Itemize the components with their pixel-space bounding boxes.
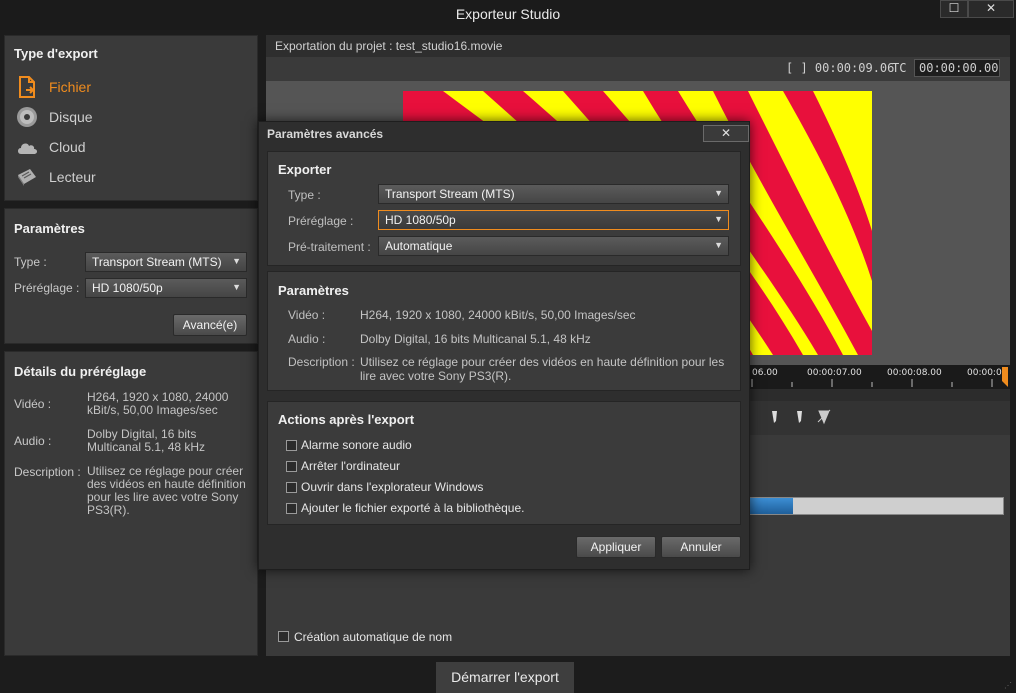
clear-marks-icon [817,409,831,425]
type-label: Type : [288,188,321,202]
export-section: Exporter Type : Transport Stream (MTS) ▼… [267,151,741,266]
parameters-panel: Paramètres Type : Transport Stream (MTS)… [4,208,258,344]
nav-item-cloud[interactable]: Cloud [15,134,245,160]
video-label: Vidéo : [14,397,52,411]
preset-select-value: HD 1080/50p [92,281,163,295]
option-checkbox[interactable] [286,482,297,493]
params-section-title: Paramètres [278,283,349,298]
export-progress-bar [740,497,1004,515]
option-checkbox[interactable] [286,503,297,514]
video-value: H264, 1920 x 1080, 24000 kBit/s, 50,00 I… [87,390,229,417]
chevron-down-icon: ▼ [232,282,241,292]
advanced-settings-dialog: Paramètres avancés ✕ Exporter Type : Tra… [258,121,750,570]
video-label: Vidéo : [288,308,326,322]
audio-value: Dolby Digital, 16 bits Multicanal 5.1, 4… [360,332,591,346]
auto-name-checkbox[interactable] [278,631,289,642]
option-checkbox[interactable] [286,440,297,451]
dialog-preprocess-value: Automatique [385,239,453,253]
maximize-button[interactable]: ☐ [940,0,968,18]
parameters-title: Paramètres [14,221,85,236]
option-checkbox[interactable] [286,461,297,472]
nav-item-label: Cloud [49,139,86,155]
nav-item-label: Fichier [49,79,92,95]
description-value: Utilisez ce réglage pour créer des vidéo… [360,355,725,383]
mark-in-icon [772,411,777,423]
actions-section-title: Actions après l'export [278,412,415,427]
auto-name-label: Création automatique de nom [294,630,453,644]
timecode-field[interactable]: 00:00:00.00 [914,59,1000,77]
advanced-button[interactable]: Avancé(e) [173,314,247,336]
device-icon [15,166,39,188]
preset-details-title: Détails du préréglage [14,364,147,379]
dialog-preset-value: HD 1080/50p [385,213,456,227]
chevron-down-icon: ▼ [714,214,723,224]
nav-item-label: Disque [49,109,93,125]
dialog-title: Paramètres avancés [267,127,384,141]
close-button[interactable]: ✕ [968,0,1014,18]
cancel-button[interactable]: Annuler [661,536,741,558]
type-select[interactable]: Transport Stream (MTS) ▼ [85,252,247,272]
chevron-down-icon: ▼ [232,256,241,266]
type-select-value: Transport Stream (MTS) [92,255,222,269]
disc-icon [15,106,39,128]
dialog-preset-select[interactable]: HD 1080/50p ▼ [378,210,729,230]
title-bar: Exporteur Studio ☐ ✕ [0,0,1016,30]
project-header: Exportation du projet : test_studio16.mo… [266,35,1010,57]
preset-label: Préréglage : [14,281,80,295]
option-label: Ouvrir dans l'explorateur Windows [301,480,484,494]
file-export-icon [15,76,39,98]
window-title: Exporteur Studio [455,6,561,22]
cloud-icon [15,136,39,158]
chevron-down-icon: ▼ [714,240,723,250]
apply-button[interactable]: Appliquer [576,536,656,558]
export-type-panel: Type d'export Fichier Disque Cloud Lecte… [4,35,258,201]
timecode-bar: [ ] 00:00:09.06 TC 00:00:00.00 [266,57,1010,81]
mark-out-icon [797,411,802,423]
dialog-type-select[interactable]: Transport Stream (MTS) ▼ [378,184,729,204]
description-value: Utilisez ce réglage pour créer des vidéo… [87,464,246,517]
video-value: H264, 1920 x 1080, 24000 kBit/s, 50,00 I… [360,308,636,322]
nav-item-label: Lecteur [49,169,96,185]
audio-label: Audio : [14,434,52,448]
description-label: Description : [288,355,355,369]
duration-readout: [ ] 00:00:09.06 [786,61,895,75]
option-label: Alarme sonore audio [301,438,412,452]
preprocess-label: Pré-traitement : [288,240,371,254]
dialog-type-value: Transport Stream (MTS) [385,187,515,201]
playhead-marker [1002,367,1008,387]
option-label: Ajouter le fichier exporté à la biblioth… [301,501,525,515]
export-section-title: Exporter [278,162,332,177]
dialog-close-button[interactable]: ✕ [703,125,749,142]
preset-select[interactable]: HD 1080/50p ▼ [85,278,247,298]
nav-item-fichier[interactable]: Fichier [15,74,245,100]
tc-label: TC [892,61,907,75]
type-label: Type : [14,255,47,269]
resize-grip-icon[interactable]: ⋰ [1004,681,1014,691]
start-export-button[interactable]: Démarrer l'export [436,662,574,693]
params-section: Paramètres Vidéo : H264, 1920 x 1080, 24… [267,271,741,391]
nav-item-disque[interactable]: Disque [15,104,245,130]
audio-label: Audio : [288,332,326,346]
preset-label: Préréglage : [288,214,354,228]
actions-section: Actions après l'export Alarme sonore aud… [267,401,741,525]
dialog-preprocess-select[interactable]: Automatique ▼ [378,236,729,256]
option-label: Arrêter l'ordinateur [301,459,400,473]
description-label: Description : [14,465,81,479]
audio-value: Dolby Digital, 16 bits Multicanal 5.1, 4… [87,427,206,454]
preset-details-panel: Détails du préréglage Vidéo : H264, 1920… [4,351,258,656]
chevron-down-icon: ▼ [714,188,723,198]
export-type-title: Type d'export [14,46,98,61]
nav-item-lecteur[interactable]: Lecteur [15,164,245,190]
